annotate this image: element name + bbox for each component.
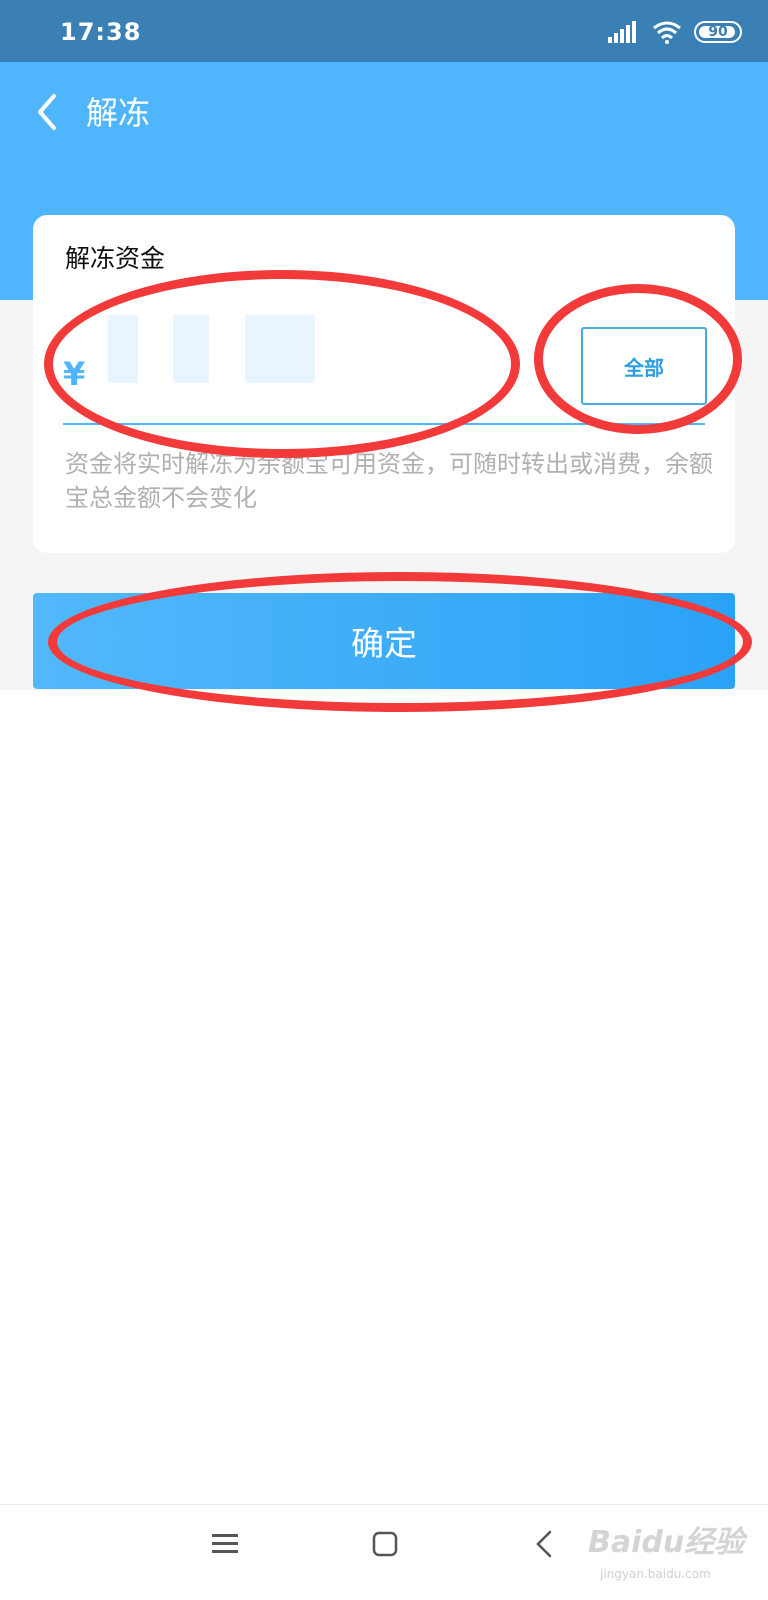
home-icon[interactable] <box>372 1531 398 1557</box>
baidu-watermark: Baidu经验 jingyan.baidu.com <box>588 1517 758 1593</box>
battery-icon: 90 <box>694 21 742 43</box>
status-icons: 90 <box>608 20 742 44</box>
amount-input[interactable] <box>103 315 543 395</box>
signal-icon <box>608 21 640 43</box>
watermark-logo: Baidu经验 <box>588 1525 745 1560</box>
watermark-url: jingyan.baidu.com <box>600 1567 711 1581</box>
status-bar: 17:38 90 <box>0 0 768 62</box>
card-title: 解冻资金 <box>65 244 166 273</box>
input-underline <box>63 423 705 425</box>
hint-text: 资金将实时解冻为余额宝可用资金，可随时转出或消费，余额宝总金额不会变化 <box>65 450 713 512</box>
page-title: 解冻 <box>86 94 151 132</box>
battery-level: 90 <box>708 24 728 40</box>
wifi-icon <box>653 21 681 44</box>
currency-symbol: ¥ <box>63 355 86 393</box>
confirm-button[interactable]: 确定 <box>33 593 735 689</box>
unfreeze-card: 解冻资金 ¥ 全部 资金将实时解冻为余额宝可用资金，可随时转出或消费，余额宝总金… <box>33 215 735 553</box>
status-time: 17:38 <box>60 18 142 46</box>
menu-icon[interactable] <box>212 1533 238 1555</box>
back-arrow-icon[interactable] <box>30 90 66 134</box>
all-button[interactable]: 全部 <box>581 327 707 405</box>
back-icon[interactable] <box>534 1529 554 1559</box>
system-nav-bar: Baidu经验 jingyan.baidu.com <box>0 1504 768 1600</box>
